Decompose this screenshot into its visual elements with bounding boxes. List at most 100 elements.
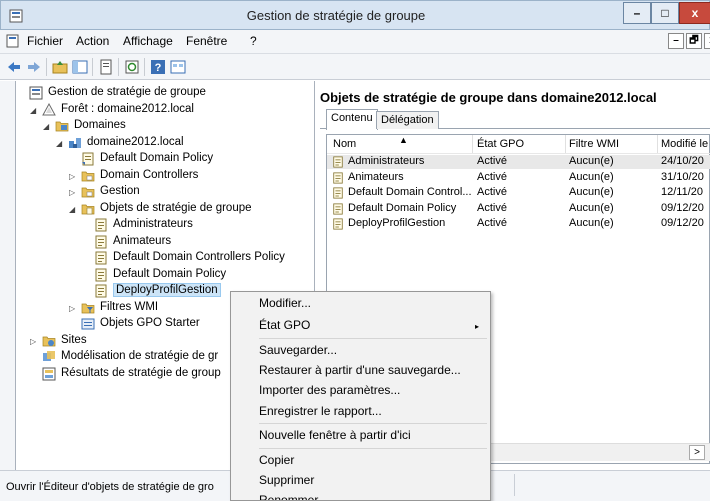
properties-icon[interactable] bbox=[98, 59, 114, 75]
cell-wmi: Aucun(e) bbox=[569, 155, 614, 167]
menu-action[interactable]: Action bbox=[76, 34, 109, 48]
tree-item-label: Gestion bbox=[100, 185, 140, 197]
cell-name: DeployProfilGestion bbox=[348, 217, 446, 229]
column-header-wmi[interactable]: Filtre WMI bbox=[569, 138, 619, 152]
toolbar-divider bbox=[118, 58, 119, 76]
tree-item-label: Objets de stratégie de groupe bbox=[100, 201, 252, 214]
refresh-icon[interactable] bbox=[124, 59, 140, 75]
context-menu-item[interactable]: Supprimer bbox=[259, 473, 314, 487]
ou-folder-icon bbox=[81, 169, 95, 183]
menu-help[interactable]: ? bbox=[250, 34, 257, 48]
gpo-icon bbox=[332, 187, 344, 199]
tree-item-label: Filtres WMI bbox=[100, 300, 159, 313]
cell-name: Administrateurs bbox=[348, 155, 425, 167]
context-menu[interactable]: Modifier... État GPO Sauvegarder... Restaur… bbox=[230, 291, 491, 501]
ou-folder-icon bbox=[81, 185, 95, 199]
gpo-icon bbox=[332, 218, 344, 230]
context-menu-item[interactable]: Renommer bbox=[259, 493, 318, 500]
context-menu-item[interactable]: Modifier... bbox=[259, 296, 311, 310]
submenu-arrow-icon: ▸ bbox=[475, 322, 480, 331]
minimize-button[interactable]: – bbox=[623, 2, 651, 24]
cell-modified: 09/12/20 bbox=[661, 217, 704, 229]
title-bar[interactable]: Gestion de stratégie de groupe – □ x bbox=[0, 0, 710, 30]
maximize-button[interactable]: □ bbox=[651, 2, 679, 24]
collapse-arrow-icon[interactable]: ◢ bbox=[56, 139, 62, 148]
expand-arrow-icon[interactable]: ▷ bbox=[69, 172, 75, 181]
forward-arrow-icon[interactable] bbox=[26, 59, 42, 75]
menu-fenetre[interactable]: Fenêtre bbox=[186, 34, 227, 48]
sites-icon bbox=[42, 334, 56, 348]
expand-arrow-icon[interactable]: ▷ bbox=[69, 304, 75, 313]
cell-state: Activé bbox=[477, 217, 507, 229]
tree-item-label: DeployProfilGestion bbox=[113, 283, 221, 297]
context-menu-item[interactable]: Importer des paramètres... bbox=[259, 383, 400, 397]
close-button[interactable]: x bbox=[679, 2, 710, 24]
show-hide-tree-icon[interactable] bbox=[72, 59, 88, 75]
expand-arrow-icon[interactable]: ▷ bbox=[30, 337, 36, 346]
context-menu-item[interactable]: Nouvelle fenêtre à partir d'ici bbox=[259, 428, 411, 442]
column-divider[interactable] bbox=[657, 135, 658, 153]
mdi-close-button[interactable]: x bbox=[704, 33, 710, 49]
column-divider[interactable] bbox=[472, 135, 473, 153]
cell-state: Activé bbox=[477, 155, 507, 167]
collapse-arrow-icon[interactable]: ◢ bbox=[30, 106, 36, 115]
back-arrow-icon[interactable] bbox=[6, 59, 22, 75]
menu-affichage[interactable]: Affichage bbox=[123, 34, 173, 48]
header-divider bbox=[327, 153, 710, 154]
gpo-row[interactable]: Animateurs Activé Aucun(e) 31/10/20 bbox=[327, 171, 710, 185]
gpo-row[interactable]: Administrateurs Activé Aucun(e) 24/10/20 bbox=[327, 155, 710, 169]
tree-item-label: Domaines bbox=[74, 119, 126, 131]
up-folder-icon[interactable] bbox=[52, 59, 68, 75]
context-menu-item[interactable]: Enregistrer le rapport... bbox=[259, 404, 382, 418]
menu-fichier[interactable]: Fichier bbox=[27, 34, 63, 48]
collapse-arrow-icon[interactable]: ◢ bbox=[69, 205, 75, 214]
collapse-arrow-icon[interactable]: ◢ bbox=[43, 122, 49, 131]
cell-name: Default Domain Control... bbox=[348, 186, 472, 198]
document-icon[interactable] bbox=[6, 34, 20, 48]
menu-bar: Fichier Action Affichage Fenêtre ? – 🗗 x bbox=[0, 30, 710, 54]
tree-item-label: Default Domain Policy bbox=[113, 267, 227, 280]
toolbar-divider bbox=[46, 58, 47, 76]
toolbar: ? bbox=[0, 54, 710, 80]
svg-text:?: ? bbox=[155, 62, 162, 74]
expand-arrow-icon[interactable]: ▷ bbox=[69, 188, 75, 197]
tree-item-label: Forêt : domaine2012.local bbox=[61, 102, 194, 115]
context-menu-item[interactable]: Restaurer à partir d'une sauvegarde... bbox=[259, 363, 461, 377]
tree-item-label: Default Domain Controllers Policy bbox=[113, 251, 285, 263]
scroll-right-button[interactable]: > bbox=[689, 445, 705, 460]
gpo-row[interactable]: DeployProfilGestion Activé Aucun(e) 09/12/2… bbox=[327, 217, 710, 231]
column-header-modifie[interactable]: Modifié le bbox=[661, 138, 708, 152]
mdi-restore-button[interactable]: 🗗 bbox=[686, 33, 702, 49]
tab-contenu[interactable]: Contenu bbox=[326, 109, 378, 130]
column-divider[interactable] bbox=[565, 135, 566, 153]
cell-modified: 31/10/20 bbox=[661, 170, 704, 183]
status-text: Ouvrir l'Éditeur d'objets de stratégie d… bbox=[6, 481, 214, 493]
tree-item-label: Sites bbox=[61, 333, 87, 346]
gpo-icon bbox=[94, 218, 108, 232]
cell-modified: 09/12/20 bbox=[661, 201, 704, 214]
gpo-row[interactable]: Default Domain Control... Activé Aucun(e) 1… bbox=[327, 186, 710, 200]
results-icon bbox=[42, 367, 56, 381]
cell-name: Animateurs bbox=[348, 170, 404, 183]
mdi-minimize-button[interactable]: – bbox=[668, 33, 684, 49]
cell-wmi: Aucun(e) bbox=[569, 201, 614, 214]
context-menu-item[interactable]: Copier bbox=[259, 453, 294, 467]
column-header-etat[interactable]: État GPO bbox=[477, 138, 524, 152]
gpo-row[interactable]: Default Domain Policy Activé Aucun(e) 09/12… bbox=[327, 202, 710, 216]
context-menu-separator bbox=[259, 423, 487, 424]
tree-item-label: Administrateurs bbox=[113, 218, 193, 230]
gpo-icon bbox=[94, 235, 108, 249]
context-menu-item[interactable]: Sauvegarder... bbox=[259, 343, 337, 357]
sort-arrow-icon: ▲ bbox=[399, 135, 408, 145]
context-menu-item[interactable]: État GPO bbox=[259, 318, 310, 332]
starter-gpo-icon bbox=[81, 317, 95, 331]
help-icon[interactable]: ? bbox=[150, 59, 166, 75]
tab-delegation[interactable]: Délégation bbox=[376, 111, 439, 129]
wmi-folder-icon bbox=[81, 301, 95, 315]
tree-item-label: Gestion de stratégie de groupe bbox=[48, 86, 206, 98]
gpo-icon bbox=[94, 251, 108, 265]
tree-item-label: Modélisation de stratégie de gr bbox=[61, 350, 219, 362]
view-icon[interactable] bbox=[170, 59, 186, 75]
column-header-nom[interactable]: Nom bbox=[333, 138, 356, 152]
cell-state: Activé bbox=[477, 201, 507, 214]
